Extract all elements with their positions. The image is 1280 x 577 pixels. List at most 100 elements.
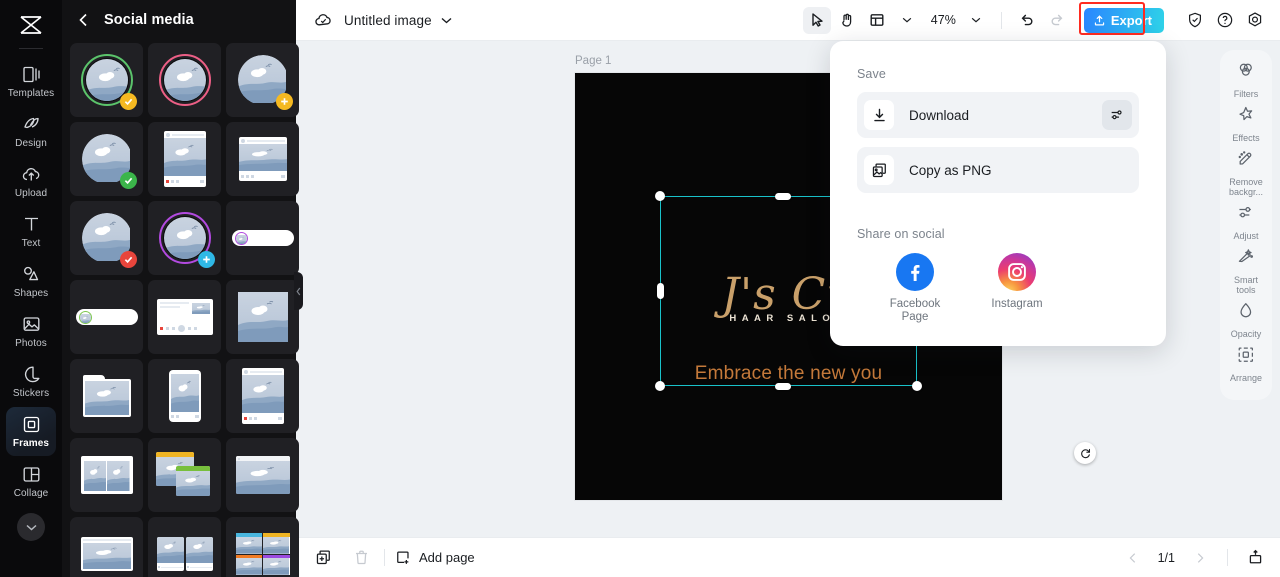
chevron-down-icon[interactable]: [441, 11, 452, 29]
download-settings-button[interactable]: [1102, 100, 1132, 130]
selection-handle-top[interactable]: [775, 193, 791, 200]
capcut-editor-window: Templates Design Upload Text Shapes Photos Sti…: [0, 0, 1280, 577]
canvas-tools-group: 47%: [802, 6, 1071, 34]
panel-collapse-handle[interactable]: [294, 272, 303, 310]
frame-circle-green-ring[interactable]: [70, 43, 143, 117]
frame-dual-player[interactable]: [148, 517, 221, 577]
frame-badge-check: [120, 93, 137, 110]
sidebar-item-text[interactable]: Text: [6, 207, 56, 256]
frame-split-two[interactable]: [70, 438, 143, 512]
add-page-label: Add page: [419, 550, 475, 565]
select-tool[interactable]: [802, 6, 831, 34]
prev-page-button[interactable]: [1120, 545, 1146, 571]
rail-divider: [19, 48, 43, 49]
sidebar-item-frames[interactable]: Frames: [6, 407, 56, 456]
page-label: Page 1: [575, 55, 612, 67]
sidebar-item-label: Templates: [7, 88, 55, 99]
nav-collapse-button[interactable]: [17, 513, 45, 541]
export-button-wrapper: Export: [1078, 1, 1164, 35]
tool-remove-backgr[interactable]: Remove backgr...: [1222, 146, 1270, 200]
frame-post-square[interactable]: [226, 122, 299, 196]
page-navigation: 1/1: [1120, 545, 1268, 571]
share-facebook-page[interactable]: Facebook Page: [879, 253, 951, 324]
adjust-sliders-icon: [1236, 203, 1256, 228]
frame-badge-check: [120, 172, 137, 189]
frame-story-bar-left[interactable]: [70, 280, 143, 354]
duplicate-page-button[interactable]: [310, 545, 336, 571]
frame-wide-photo[interactable]: [70, 517, 143, 577]
export-upload-icon: [1094, 14, 1104, 25]
sidebar-item-label: Collage: [13, 488, 49, 499]
layout-dropdown-caret[interactable]: [893, 7, 921, 34]
frame-quad-grid[interactable]: [226, 517, 299, 577]
frame-feed-card[interactable]: [148, 280, 221, 354]
sidebar-item-photos[interactable]: Photos: [6, 307, 56, 356]
frame-circle-plain-plus[interactable]: [226, 43, 299, 117]
tool-label: Arrange: [1229, 373, 1263, 383]
add-page-button[interactable]: Add page: [395, 550, 475, 566]
frame-badge-plus: [198, 251, 215, 268]
sidebar-item-upload[interactable]: Upload: [6, 157, 56, 206]
sidebar-item-shapes[interactable]: Shapes: [6, 257, 56, 306]
sidebar-item-stickers[interactable]: Stickers: [6, 357, 56, 406]
selection-handle-bottom[interactable]: [775, 383, 791, 390]
delete-page-button[interactable]: [348, 545, 374, 571]
tool-adjust[interactable]: Adjust: [1222, 200, 1270, 244]
copy-as-png-row[interactable]: Copy as PNG: [857, 147, 1139, 193]
frame-phone[interactable]: [148, 359, 221, 433]
tool-arrange[interactable]: Arrange: [1222, 342, 1270, 386]
tool-filters[interactable]: Filters: [1222, 58, 1270, 102]
shield-icon[interactable]: [1181, 7, 1208, 34]
frame-circle-purple-plus[interactable]: [148, 201, 221, 275]
capcut-logo-icon[interactable]: [14, 8, 48, 42]
selection-handle-tl[interactable]: [655, 191, 665, 201]
frame-story-bar-right[interactable]: [226, 201, 299, 275]
export-frame-button[interactable]: [1242, 545, 1268, 571]
add-page-icon: [397, 551, 409, 564]
share-instagram[interactable]: Instagram: [981, 253, 1053, 324]
undo-button[interactable]: [1013, 7, 1041, 34]
next-page-button[interactable]: [1187, 545, 1213, 571]
frame-circle-pink-ring[interactable]: [148, 43, 221, 117]
sidebar-item-collage[interactable]: Collage: [6, 457, 56, 506]
frame-post-portrait[interactable]: [148, 122, 221, 196]
frame-circle-redcheck[interactable]: [70, 201, 143, 275]
cloud-saved-icon: [314, 11, 333, 30]
tool-effects[interactable]: Effects: [1222, 102, 1270, 146]
sidebar-item-templates[interactable]: Templates: [6, 57, 56, 106]
sidebar-item-label: Frames: [12, 438, 50, 449]
instagram-label: Instagram: [991, 298, 1043, 310]
selection-handle-bl[interactable]: [655, 381, 665, 391]
help-circle-icon[interactable]: [1211, 7, 1238, 34]
download-row[interactable]: Download: [857, 92, 1139, 138]
selection-handle-br[interactable]: [912, 381, 922, 391]
hand-tool[interactable]: [833, 7, 861, 34]
selection-handle-left[interactable]: [657, 283, 664, 299]
redo-button[interactable]: [1043, 7, 1071, 34]
sidebar-item-design[interactable]: Design: [6, 107, 56, 156]
frame-browser[interactable]: [226, 438, 299, 512]
frame-circle-verified[interactable]: [70, 122, 143, 196]
settings-gear-icon[interactable]: [1241, 7, 1268, 34]
toolbar-divider: [1000, 11, 1002, 29]
instagram-icon: [998, 253, 1036, 291]
tool-label: Adjust: [1233, 231, 1259, 241]
frame-wide-player[interactable]: [226, 280, 299, 354]
frame-social-post[interactable]: [226, 359, 299, 433]
tool-smart-tools[interactable]: Smart tools: [1222, 244, 1270, 298]
tool-opacity[interactable]: Opacity: [1222, 298, 1270, 342]
frames-grid: [62, 43, 299, 577]
panel-back-button[interactable]: [76, 12, 92, 28]
save-section-label: Save: [857, 67, 886, 81]
collage-icon: [21, 464, 42, 485]
document-title[interactable]: Untitled image: [344, 13, 432, 28]
layout-tool[interactable]: [863, 7, 891, 34]
frame-folder[interactable]: [70, 359, 143, 433]
frame-two-windows[interactable]: [148, 438, 221, 512]
arrange-icon: [1236, 345, 1256, 370]
smart-tools-icon: [1236, 247, 1256, 272]
zoom-dropdown-caret[interactable]: [962, 7, 990, 34]
frames-panel: Social media: [62, 0, 299, 577]
export-button[interactable]: Export: [1083, 7, 1164, 33]
rotate-handle[interactable]: [1074, 442, 1096, 464]
